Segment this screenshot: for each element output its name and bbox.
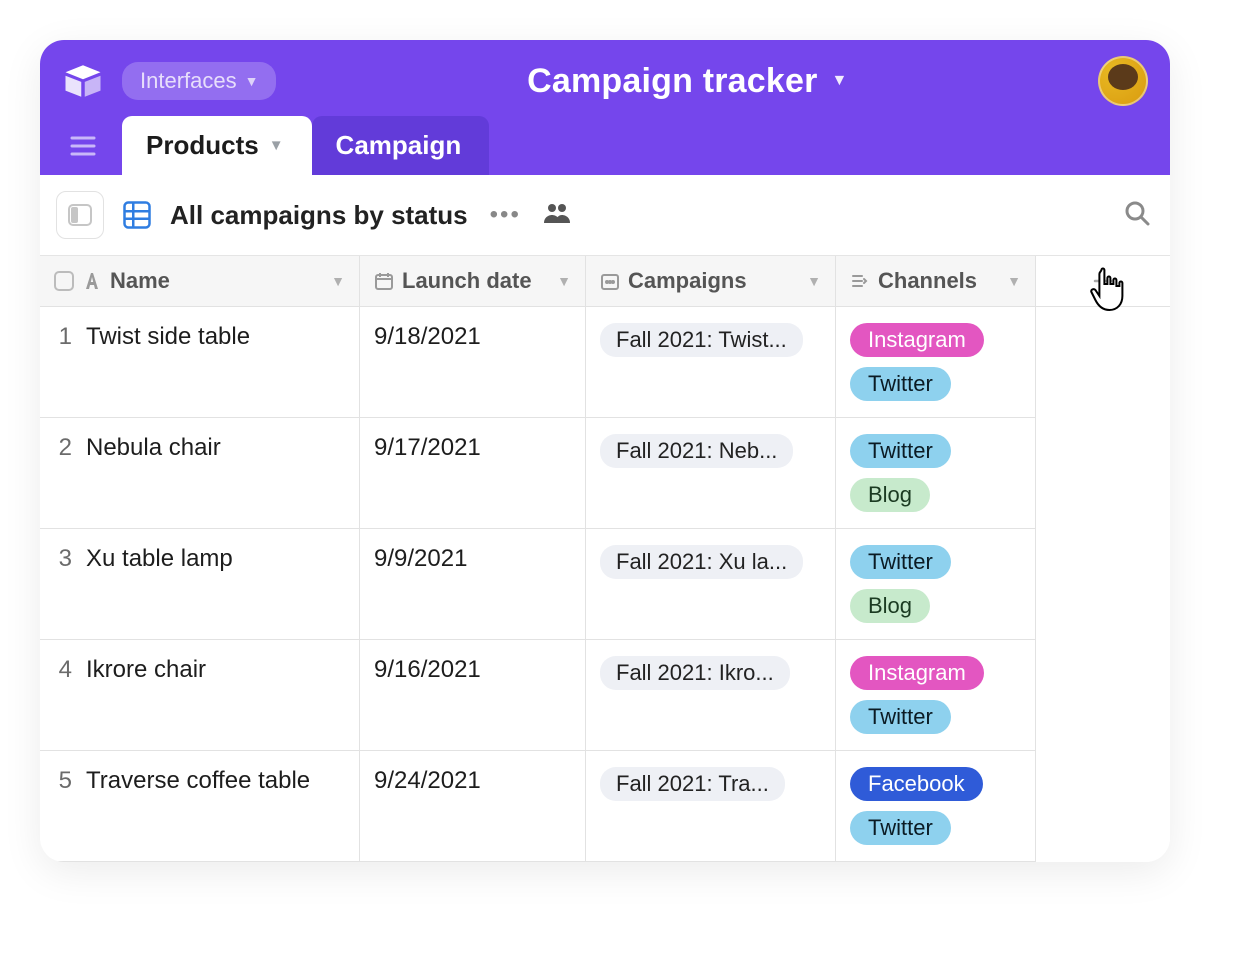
cell-campaigns[interactable]: Fall 2021: Twist... (586, 307, 836, 418)
select-all-checkbox[interactable] (54, 271, 74, 291)
row-number: 1 (54, 323, 72, 351)
app-window: Interfaces ▼ Campaign tracker ▼ Products… (40, 40, 1170, 862)
record-name: Ikrore chair (86, 656, 206, 684)
channel-chip: Twitter (850, 367, 951, 401)
cell-campaigns[interactable]: Fall 2021: Neb... (586, 418, 836, 529)
tab-products[interactable]: Products ▼ (122, 116, 312, 175)
cell-campaigns[interactable]: Fall 2021: Tra... (586, 751, 836, 862)
interfaces-label: Interfaces (140, 68, 237, 94)
menu-button[interactable] (62, 125, 104, 167)
view-name[interactable]: All campaigns by status (170, 200, 468, 231)
column-header-channels[interactable]: Channels ▼ (836, 256, 1036, 307)
search-button[interactable] (1124, 200, 1150, 231)
tab-label: Campaign (336, 130, 462, 161)
row-number: 3 (54, 545, 72, 573)
header: Interfaces ▼ Campaign tracker ▼ Products… (40, 40, 1170, 175)
column-label: Channels (878, 268, 977, 294)
app-logo-icon (62, 60, 104, 102)
chevron-down-icon: ▼ (245, 73, 259, 89)
chevron-down-icon[interactable]: ▼ (331, 273, 345, 289)
column-label: Name (110, 268, 170, 294)
base-title[interactable]: Campaign tracker (527, 62, 817, 101)
empty-cell (1036, 307, 1170, 862)
date-field-icon (374, 271, 394, 291)
record-name: Traverse coffee table (86, 767, 310, 795)
row-number: 4 (54, 656, 72, 684)
tab-campaign[interactable]: Campaign (312, 116, 490, 175)
record-name: Xu table lamp (86, 545, 233, 573)
linked-record-pill[interactable]: Fall 2021: Tra... (600, 767, 785, 801)
link-field-icon (600, 271, 620, 291)
interfaces-dropdown[interactable]: Interfaces ▼ (122, 62, 276, 100)
multiselect-field-icon (850, 271, 870, 291)
column-header-name[interactable]: Name ▼ (40, 256, 360, 307)
cell-channels[interactable]: Instagram Twitter (836, 307, 1036, 418)
cell-channels[interactable]: Facebook Twitter (836, 751, 1036, 862)
record-name: Twist side table (86, 323, 250, 351)
linked-record-pill[interactable]: Fall 2021: Xu la... (600, 545, 803, 579)
cell-channels[interactable]: Twitter Blog (836, 529, 1036, 640)
cell-campaigns[interactable]: Fall 2021: Ikro... (586, 640, 836, 751)
linked-record-pill[interactable]: Fall 2021: Neb... (600, 434, 793, 468)
chevron-down-icon: ▼ (269, 137, 284, 154)
channel-chip: Blog (850, 589, 930, 623)
channel-chip: Instagram (850, 656, 984, 690)
view-toolbar: All campaigns by status ••• (40, 175, 1170, 256)
cell-launch-date[interactable]: 9/17/2021 (360, 418, 586, 529)
grid-view-icon (122, 200, 152, 230)
linked-record-pill[interactable]: Fall 2021: Twist... (600, 323, 803, 357)
channel-chip: Twitter (850, 700, 951, 734)
cell-name[interactable]: 3 Xu table lamp (40, 529, 360, 640)
column-label: Launch date (402, 268, 532, 294)
column-header-campaigns[interactable]: Campaigns ▼ (586, 256, 836, 307)
chevron-down-icon[interactable]: ▼ (832, 72, 848, 90)
user-avatar[interactable] (1098, 56, 1148, 106)
channel-chip: Twitter (850, 545, 951, 579)
cell-name[interactable]: 2 Nebula chair (40, 418, 360, 529)
toggle-sidebar-button[interactable] (56, 191, 104, 239)
column-label: Campaigns (628, 268, 747, 294)
share-button[interactable] (543, 201, 571, 230)
cell-channels[interactable]: Instagram Twitter (836, 640, 1036, 751)
data-grid: Name ▼ Launch date ▼ Campaigns ▼ Channel… (40, 256, 1170, 862)
cell-campaigns[interactable]: Fall 2021: Xu la... (586, 529, 836, 640)
record-name: Nebula chair (86, 434, 221, 462)
row-number: 2 (54, 434, 72, 462)
add-column-button[interactable] (1036, 256, 1170, 307)
tab-label: Products (146, 130, 259, 161)
more-options-button[interactable]: ••• (486, 201, 525, 229)
chevron-down-icon[interactable]: ▼ (1007, 273, 1021, 289)
cell-launch-date[interactable]: 9/9/2021 (360, 529, 586, 640)
linked-record-pill[interactable]: Fall 2021: Ikro... (600, 656, 790, 690)
row-number: 5 (54, 767, 72, 795)
channel-chip: Facebook (850, 767, 983, 801)
channel-chip: Twitter (850, 434, 951, 468)
cell-name[interactable]: 1 Twist side table (40, 307, 360, 418)
cell-launch-date[interactable]: 9/24/2021 (360, 751, 586, 862)
chevron-down-icon[interactable]: ▼ (557, 273, 571, 289)
cell-channels[interactable]: Twitter Blog (836, 418, 1036, 529)
cell-launch-date[interactable]: 9/16/2021 (360, 640, 586, 751)
channel-chip: Twitter (850, 811, 951, 845)
cell-launch-date[interactable]: 9/18/2021 (360, 307, 586, 418)
chevron-down-icon[interactable]: ▼ (807, 273, 821, 289)
text-field-icon (82, 271, 102, 291)
cell-name[interactable]: 4 Ikrore chair (40, 640, 360, 751)
column-header-launch-date[interactable]: Launch date ▼ (360, 256, 586, 307)
channel-chip: Instagram (850, 323, 984, 357)
channel-chip: Blog (850, 478, 930, 512)
cell-name[interactable]: 5 Traverse coffee table (40, 751, 360, 862)
